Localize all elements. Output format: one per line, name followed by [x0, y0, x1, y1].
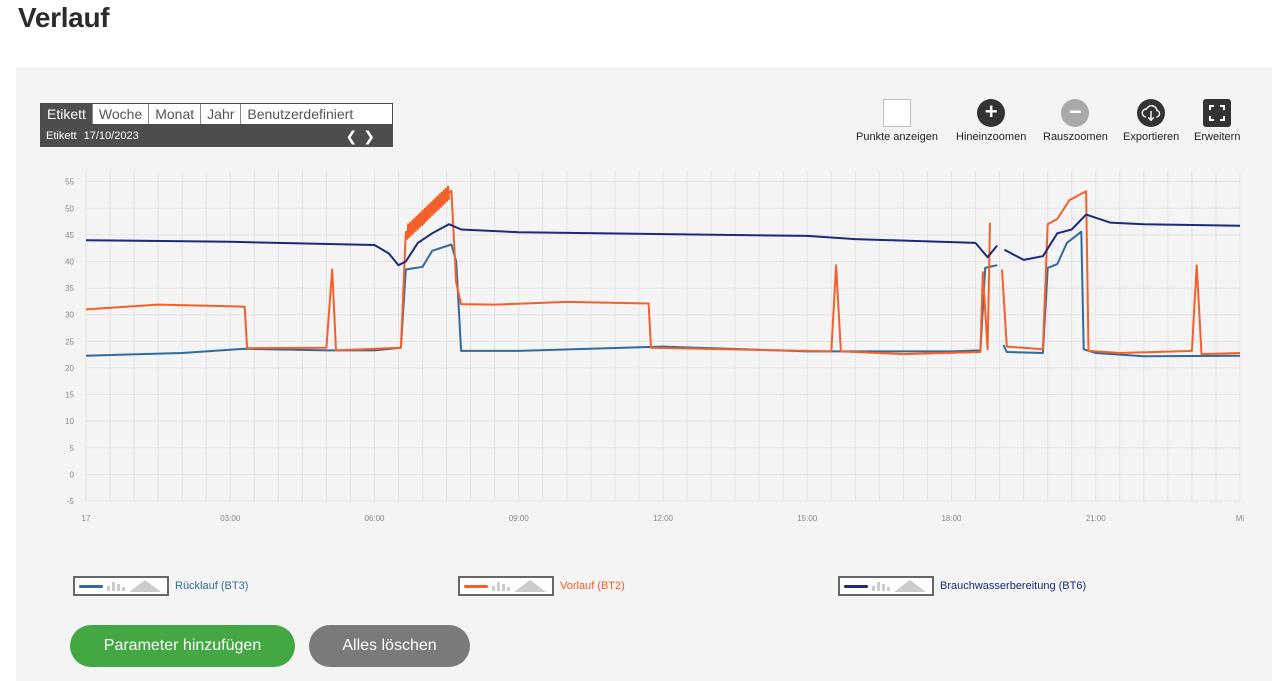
x-tick-label: 15:00 [797, 514, 818, 523]
zoom-in-button[interactable]: + Hineinzoomen [956, 99, 1026, 143]
date-value: 17/10/2023 [83, 130, 139, 142]
series-toggle-icon[interactable] [838, 576, 934, 596]
checkbox-icon[interactable] [882, 99, 911, 127]
series-toggle-icon[interactable] [73, 576, 169, 596]
tab-monat[interactable]: Monat [149, 104, 202, 124]
history-panel: Etikett Woche Monat Jahr Benutzerdefinie… [16, 67, 1272, 681]
area-chart-icon [514, 580, 546, 592]
next-arrow-icon[interactable]: ❯ [363, 128, 381, 144]
x-tick-label: 06:00 [364, 514, 385, 523]
y-tick-label: 45 [65, 231, 74, 240]
fullscreen-icon [1203, 99, 1232, 127]
zoom-in-label: Hineinzoomen [956, 131, 1027, 143]
export-label: Exportieren [1123, 131, 1180, 143]
tab-etikett[interactable]: Etikett [41, 104, 93, 124]
page-title: Verlauf [18, 2, 110, 33]
previous-arrow-icon[interactable]: ❮ [346, 128, 364, 144]
series-color-swatch [464, 584, 488, 588]
y-tick-label: 30 [65, 311, 74, 320]
series-color-swatch [79, 584, 103, 588]
show-points-toggle[interactable]: Punkte anzeigen [856, 99, 938, 143]
y-tick-label: 25 [65, 337, 74, 346]
x-tick-label: 17 [82, 514, 91, 523]
export-button[interactable]: Exportieren [1123, 99, 1179, 143]
series-color-swatch [844, 584, 868, 588]
x-tick-label: 18:00 [941, 514, 962, 523]
period-selector: Etikett Woche Monat Jahr Benutzerdefinie… [40, 103, 393, 147]
add-parameter-button[interactable]: Parameter hinzufügen [70, 625, 295, 667]
y-tick-label: 0 [70, 470, 75, 479]
y-tick-label: 55 [65, 178, 74, 187]
plus-icon: + [977, 99, 1006, 127]
area-chart-icon [129, 580, 161, 592]
expand-button[interactable]: Erweitern [1194, 99, 1240, 143]
expand-label: Erweitern [1194, 131, 1241, 143]
x-tick-label: 21:00 [1086, 514, 1107, 523]
y-tick-label: 50 [65, 204, 74, 213]
y-tick-label: 10 [65, 417, 74, 426]
legend-label: Vorlauf (BT2) [560, 580, 625, 592]
bar-chart-icon [872, 581, 890, 591]
period-tabs: Etikett Woche Monat Jahr Benutzerdefinie… [40, 103, 393, 125]
y-tick-label: 35 [65, 284, 74, 293]
show-points-label: Punkte anzeigen [856, 131, 938, 143]
legend-item-vorlauf[interactable]: Vorlauf (BT2) [458, 576, 625, 596]
date-label: Etikett [46, 130, 77, 142]
tab-benutzerdefiniert[interactable]: Benutzerdefiniert [241, 104, 392, 124]
clear-all-button[interactable]: Alles löschen [309, 625, 470, 667]
legend-item-brauchwasser[interactable]: Brauchwasserbereitung (BT6) [838, 576, 1086, 596]
tab-jahr[interactable]: Jahr [201, 104, 242, 124]
y-tick-label: -5 [67, 497, 75, 506]
y-tick-label: 5 [70, 444, 75, 453]
legend-label: Brauchwasserbereitung (BT6) [940, 580, 1087, 592]
bar-chart-icon [492, 581, 510, 591]
history-line-chart[interactable]: -5 0 5 10 15 20 25 30 35 40 45 50 55 17 03:00 06:00 09:0… [16, 167, 1272, 527]
x-tick-label: Mi [1236, 514, 1245, 523]
cloud-download-icon [1137, 99, 1166, 127]
x-tick-label: 09:00 [509, 514, 530, 523]
x-tick-label: 12:00 [653, 514, 674, 523]
bar-chart-icon [107, 581, 125, 591]
series-toggle-icon[interactable] [458, 576, 554, 596]
y-tick-label: 40 [65, 257, 74, 266]
series-oscillation [406, 185, 450, 240]
zoom-out-label: Rauszoomen [1043, 131, 1108, 143]
x-tick-label: 03:00 [220, 514, 241, 523]
zoom-out-button[interactable]: − Rauszoomen [1043, 99, 1108, 143]
legend-item-ruecklauf[interactable]: Rücklauf (BT3) [73, 576, 248, 596]
date-bar: Etikett 17/10/2023 ❮❯ [40, 125, 393, 147]
tab-woche[interactable]: Woche [93, 104, 150, 124]
y-tick-label: 20 [65, 364, 74, 373]
area-chart-icon [894, 580, 926, 592]
minus-icon: − [1061, 99, 1090, 127]
legend-label: Rücklauf (BT3) [175, 580, 249, 592]
y-tick-label: 15 [65, 391, 74, 400]
